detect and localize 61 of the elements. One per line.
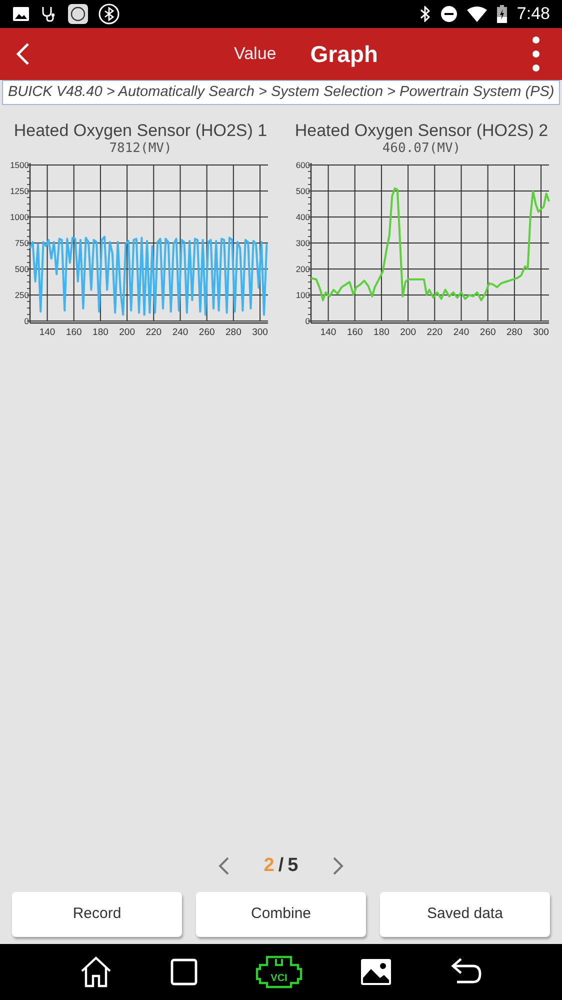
axis-label: 180 [92,327,108,338]
axis-label: 100 [296,290,310,300]
axis-label: 300 [252,327,268,338]
axis-label: 260 [198,327,215,338]
recent-apps-icon[interactable] [170,958,198,986]
axis-label: 0 [24,316,29,326]
axis-label: 400 [296,212,310,222]
axis-label: 200 [400,327,416,338]
axis-label: 140 [39,327,56,338]
axis-label: 280 [226,327,242,338]
axis-label: 140 [320,327,336,338]
axis-label: 300 [533,327,549,338]
axis-label: 1000 [10,212,29,222]
breadcrumb: BUICK V48.40 > Automatically Search > System Selection > Powertrain System (PS) [2,80,560,105]
axis-label: 500 [14,264,29,274]
home-icon[interactable] [78,956,113,988]
axis-label: 180 [374,327,390,338]
axis-label: 300 [296,238,310,248]
graph-title: Heated Oxygen Sensor (HO2S) 2 [294,121,548,141]
current-page: 2 [264,854,274,878]
axis-label: 160 [346,327,363,338]
axis-label: 200 [296,264,310,274]
action-button[interactable]: Saved data [380,892,550,937]
axis-label: 280 [506,327,522,338]
axis-label: 500 [296,186,310,196]
axis-label: 240 [453,327,470,338]
axis-label: 600 [296,160,310,170]
wifi-icon [466,6,487,22]
image-icon [12,6,30,22]
clock-time: 7:48 [516,3,550,26]
axis-label: 220 [426,327,443,338]
bluetooth-icon [98,3,120,25]
axis-label: 200 [119,327,135,338]
axis-label: 250 [14,290,29,300]
vci-icon[interactable]: VCI [254,955,303,989]
axis-label: 1250 [10,186,29,196]
next-page-icon[interactable] [332,856,344,876]
do-not-disturb-icon [440,6,457,22]
tab[interactable]: Graph [310,36,378,72]
bluetooth-icon [418,6,431,22]
previous-page-icon[interactable] [218,856,230,876]
more-icon[interactable] [532,36,540,72]
axis-label: 240 [172,327,188,338]
app-icon [68,4,88,24]
axis-label: 1500 [10,160,29,170]
action-button[interactable]: Combine [196,892,366,937]
action-button[interactable]: Record [12,892,182,937]
axis-label: 160 [66,327,82,338]
page-separator: / [278,854,284,878]
back-icon[interactable] [16,42,30,66]
graph-title: Heated Oxygen Sensor (HO2S) 1 [14,121,268,141]
axis-label: 750 [14,238,29,248]
gallery-icon[interactable] [360,958,392,986]
sensor-reading: 460.07(MV) [382,141,461,157]
tab[interactable]: Value [234,41,276,67]
sensor-reading: 7812(MV) [109,141,172,157]
axis-label: 220 [146,327,162,338]
total-pages: 5 [288,854,298,878]
battery-icon [496,5,507,23]
axis-label: 0 [305,316,310,326]
axis-label: 260 [480,327,496,338]
